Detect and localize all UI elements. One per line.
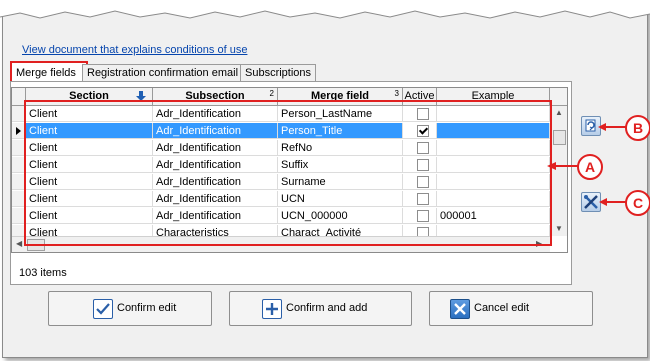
scroll-up-icon[interactable]: ▲ — [555, 108, 563, 117]
vertical-scrollbar[interactable]: ▲ ▼ — [550, 106, 567, 236]
conditions-doc-link[interactable]: View document that explains conditions o… — [22, 44, 247, 56]
callout-c: C — [625, 190, 650, 216]
scroll-down-icon[interactable]: ▼ — [555, 224, 563, 233]
cancel-x-icon — [450, 299, 470, 319]
cancel-edit-label: Cancel edit — [474, 302, 530, 314]
confirm-edit-label: Confirm edit — [117, 302, 177, 314]
tab-subscriptions[interactable]: Subscriptions — [240, 64, 317, 82]
torn-edge — [0, 0, 650, 19]
scroll-left-icon[interactable]: ◀ — [16, 239, 22, 248]
callout-b: B — [625, 115, 650, 141]
vertical-scroll-thumb[interactable] — [553, 130, 566, 145]
confirm-and-add-button[interactable]: Confirm and add — [229, 291, 412, 326]
wrench-screwdriver-icon — [584, 195, 598, 209]
checkmark-icon — [93, 299, 113, 319]
item-count: 103 items — [19, 267, 67, 279]
plus-icon — [262, 299, 282, 319]
tab-registration-confirmation-email[interactable]: Registration confirmation email — [82, 64, 244, 82]
confirm-edit-button[interactable]: Confirm edit — [48, 291, 212, 326]
confirm-and-add-label: Confirm and add — [286, 302, 368, 314]
tools-button[interactable] — [581, 192, 601, 212]
callout-c-connector — [599, 198, 626, 206]
callout-b-connector — [598, 123, 627, 131]
callout-a-connector — [547, 162, 578, 170]
current-row-arrow-icon — [16, 127, 21, 135]
annotation-box-a — [24, 100, 552, 246]
cancel-edit-button[interactable]: Cancel edit — [429, 291, 593, 326]
callout-a: A — [577, 154, 603, 180]
